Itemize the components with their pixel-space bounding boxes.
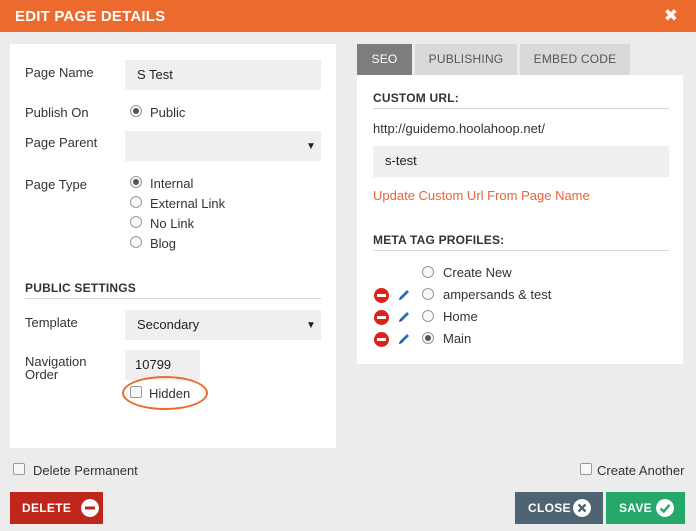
publish-on-label: Publish On <box>25 105 89 120</box>
page-type-label: Page Type <box>25 177 87 192</box>
page-type-internal-radio[interactable] <box>130 176 142 188</box>
highlight-annotation <box>122 376 208 410</box>
remove-icon[interactable] <box>374 310 389 325</box>
delete-permanent-label: Delete Permanent <box>33 463 138 478</box>
profile-main-label: Main <box>443 331 472 346</box>
page-type-nolink-label: No Link <box>150 216 195 231</box>
seo-panel: CUSTOM URL: http://guidemo.hoolahoop.net… <box>357 75 683 364</box>
pencil-icon[interactable] <box>397 332 411 346</box>
pencil-icon[interactable] <box>397 310 411 324</box>
meta-tag-heading: META TAG PROFILES: <box>373 233 505 247</box>
profile-main-radio[interactable] <box>422 332 434 344</box>
chevron-down-icon: ▼ <box>306 141 316 152</box>
profile-create-new-radio[interactable] <box>422 266 434 278</box>
delete-button-label: DELETE <box>22 501 72 515</box>
profile-ampersands-radio[interactable] <box>422 288 434 300</box>
page-type-blog-radio[interactable] <box>130 236 142 248</box>
update-url-link[interactable]: Update Custom Url From Page Name <box>373 188 590 203</box>
divider <box>25 298 321 299</box>
divider <box>373 108 669 109</box>
page-name-label: Page Name <box>25 65 94 80</box>
remove-icon[interactable] <box>374 332 389 347</box>
page-type-nolink-radio[interactable] <box>130 216 142 228</box>
tab-publishing[interactable]: PUBLISHING <box>415 44 517 75</box>
pencil-icon[interactable] <box>397 288 411 302</box>
close-icon[interactable]: ✖ <box>664 6 678 26</box>
divider <box>373 250 669 251</box>
dialog-title: EDIT PAGE DETAILS <box>15 8 166 25</box>
template-select[interactable]: Secondary <box>125 310 321 340</box>
close-button-label: CLOSE <box>528 501 571 515</box>
profile-home-radio[interactable] <box>422 310 434 322</box>
check-circle-icon <box>656 499 674 517</box>
page-type-internal-label: Internal <box>150 176 194 191</box>
minus-circle-icon <box>81 499 99 517</box>
nav-order-label-line2: Order <box>25 367 59 382</box>
page-type-blog-label: Blog <box>150 236 177 251</box>
base-url-text: http://guidemo.hoolahoop.net/ <box>373 121 546 136</box>
tab-seo[interactable]: SEO <box>357 44 412 75</box>
create-another-checkbox[interactable] <box>580 463 592 475</box>
page-type-external-radio[interactable] <box>130 196 142 208</box>
page-parent-select[interactable] <box>125 131 321 161</box>
save-button-label: SAVE <box>619 501 652 515</box>
public-settings-heading: PUBLIC SETTINGS <box>25 281 137 295</box>
publish-public-radio[interactable] <box>130 105 142 117</box>
page-type-external-label: External Link <box>150 196 226 211</box>
page-name-input[interactable]: S Test <box>125 60 321 90</box>
custom-url-input[interactable]: s-test <box>373 146 669 177</box>
delete-button[interactable]: DELETE <box>10 492 103 524</box>
publish-public-label: Public <box>150 105 186 120</box>
profile-create-new-label: Create New <box>443 265 512 280</box>
remove-icon[interactable] <box>374 288 389 303</box>
close-button[interactable]: CLOSE <box>515 492 603 524</box>
profile-home-label: Home <box>443 309 478 324</box>
create-another-label: Create Another <box>597 463 685 478</box>
x-circle-icon <box>573 499 591 517</box>
tab-embed-code[interactable]: EMBED CODE <box>520 44 630 75</box>
template-label: Template <box>25 315 78 330</box>
dialog-titlebar: EDIT PAGE DETAILS ✖ <box>0 0 696 32</box>
custom-url-heading: CUSTOM URL: <box>373 91 459 105</box>
delete-permanent-checkbox[interactable] <box>13 463 25 475</box>
page-parent-label: Page Parent <box>25 135 98 150</box>
save-button[interactable]: SAVE <box>606 492 685 524</box>
chevron-down-icon: ▼ <box>306 320 316 331</box>
profile-ampersands-label: ampersands & test <box>443 287 552 302</box>
